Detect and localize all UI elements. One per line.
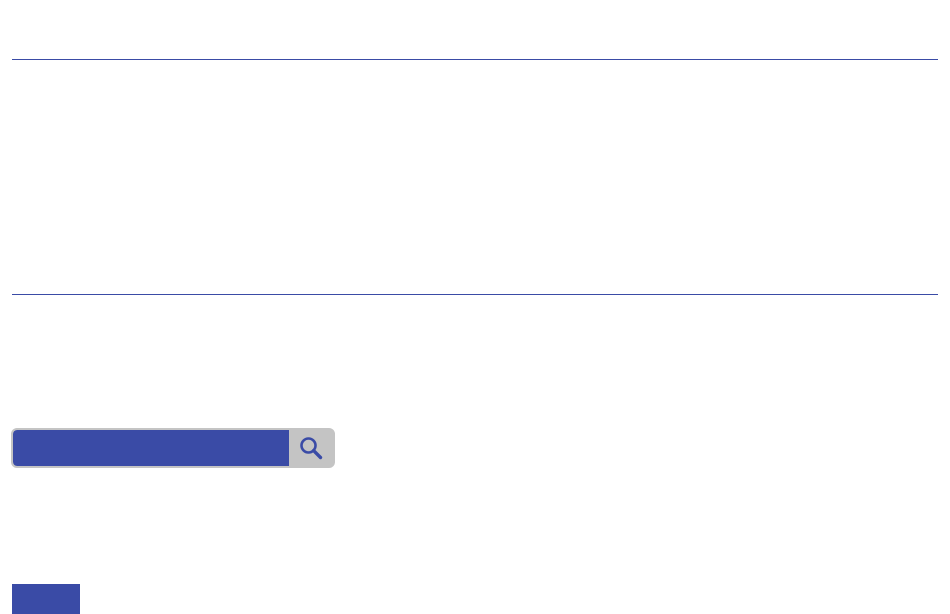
search-bar [11,428,335,468]
middle-divider [12,294,938,295]
search-icon [300,437,323,460]
search-button[interactable] [289,430,333,466]
bottom-button[interactable] [12,584,80,614]
search-input[interactable] [13,430,289,466]
page [0,0,950,614]
top-divider [12,59,938,60]
